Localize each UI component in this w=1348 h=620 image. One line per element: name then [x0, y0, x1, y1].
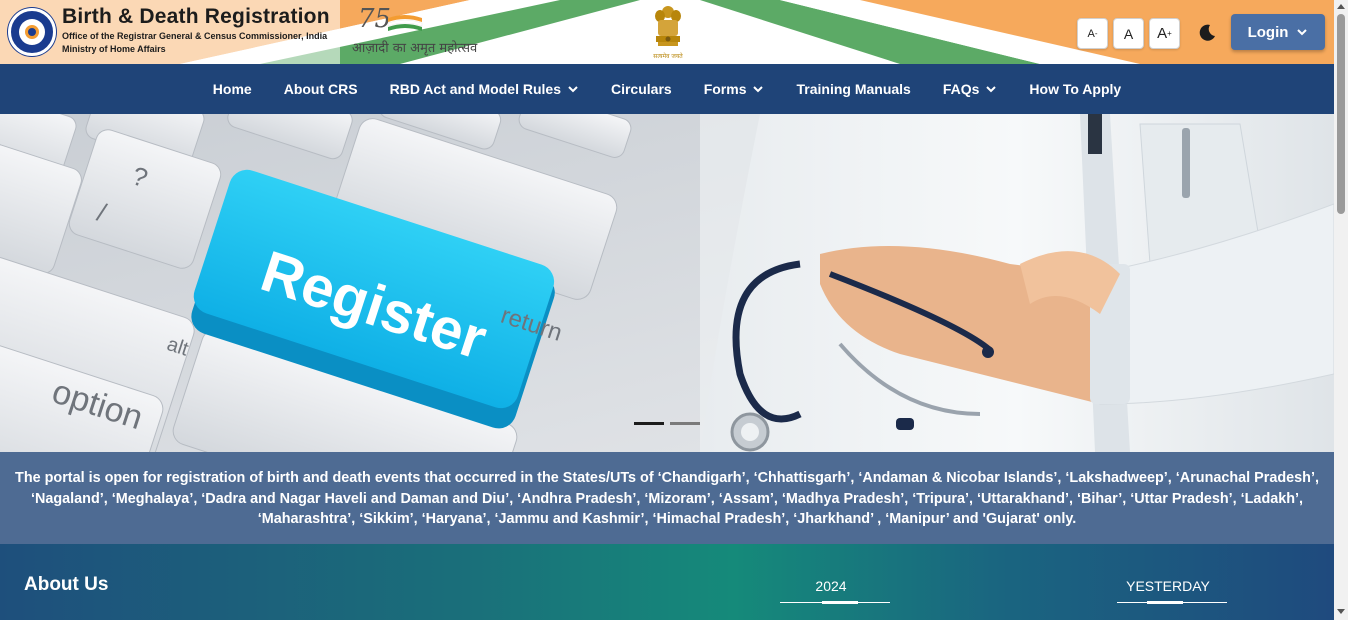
- font-decrease-button[interactable]: A-: [1077, 18, 1108, 49]
- hero-carousel[interactable]: Register return alt option ? /: [0, 114, 1334, 452]
- chevron-down-icon: [568, 86, 578, 93]
- flag-icon: [387, 15, 423, 31]
- font-increase-button[interactable]: A +: [1149, 18, 1180, 49]
- census-logo[interactable]: [8, 8, 56, 56]
- font-increase-label: A: [1157, 25, 1168, 42]
- nav-item-forms[interactable]: Forms: [688, 64, 781, 114]
- nav-item-label: FAQs: [942, 81, 980, 97]
- site-subtitle-office: Office of the Registrar General & Census…: [62, 31, 328, 41]
- login-label: Login: [1247, 23, 1289, 41]
- nav-item-circulars[interactable]: Circulars: [595, 64, 688, 114]
- font-normal-label: A: [1123, 25, 1134, 42]
- state-emblem-icon: सत्यमेव जयते: [650, 4, 686, 60]
- emblem-motto: सत्यमेव जयते: [653, 53, 683, 60]
- scroll-thumb[interactable]: [1337, 14, 1345, 214]
- nav-item-label: RBD Act and Model Rules: [389, 81, 561, 97]
- main-nav: Home About CRS RBD Act and Model Rules Circ…: [0, 64, 1334, 114]
- carousel-indicator-1[interactable]: [634, 422, 664, 425]
- nav-item-about-crs[interactable]: About CRS: [268, 64, 374, 114]
- page-scrollbar[interactable]: [1334, 0, 1348, 620]
- scroll-down-arrow-icon[interactable]: [1337, 609, 1345, 614]
- about-stats-section: About Us 2024 YESTERDAY: [0, 544, 1334, 620]
- nav-item-label: Circulars: [610, 81, 672, 97]
- site-header: Birth & Death Registration Office of the…: [0, 0, 1334, 64]
- site-subtitle-ministry: Ministry of Home Affairs: [62, 44, 166, 54]
- nav-item-home[interactable]: Home: [197, 64, 268, 114]
- chevron-down-icon: [1297, 29, 1308, 36]
- azadi-ka-amrit-mahotsav-logo: 75 आज़ादी का अमृत महोत्सव: [352, 4, 477, 58]
- about-us-heading: About Us: [24, 574, 109, 595]
- nav-item-label: How To Apply: [1029, 81, 1122, 97]
- carousel-indicator-2[interactable]: [670, 422, 700, 425]
- registration-notice: The portal is open for registration of b…: [0, 452, 1334, 544]
- nav-item-label: Training Manuals: [796, 81, 911, 97]
- nav-item-label: Forms: [703, 81, 747, 97]
- site-title: Birth & Death Registration: [62, 5, 330, 28]
- nav-item-rbd-act-and-model-rules[interactable]: RBD Act and Model Rules: [374, 64, 595, 114]
- scroll-up-arrow-icon[interactable]: [1337, 4, 1345, 9]
- nav-item-faqs[interactable]: FAQs: [927, 64, 1014, 114]
- stat-yesterday-label: YESTERDAY: [1126, 578, 1210, 594]
- carousel-indicators: [634, 422, 700, 425]
- hero-image: Register return alt option ? /: [0, 114, 1334, 452]
- nav-item-label: About CRS: [283, 81, 358, 97]
- nav-item-label: Home: [212, 81, 252, 97]
- stat-year-label: 2024: [815, 578, 847, 594]
- chevron-down-icon: [753, 86, 764, 93]
- dark-mode-toggle[interactable]: [1194, 20, 1220, 46]
- font-normal-button[interactable]: A: [1113, 18, 1144, 49]
- nav-item-how-to-apply[interactable]: How To Apply: [1013, 64, 1137, 114]
- login-button[interactable]: Login: [1231, 14, 1325, 50]
- nav-item-training-manuals[interactable]: Training Manuals: [780, 64, 926, 114]
- font-decrease-sup: -: [1094, 29, 1098, 38]
- azadi-text: आज़ादी का अमृत महोत्सव: [352, 41, 478, 56]
- chevron-down-icon: [986, 86, 997, 93]
- font-increase-sup: +: [1167, 29, 1172, 38]
- stat-year-underline: [822, 601, 858, 604]
- stat-yesterday-underline: [1147, 601, 1183, 604]
- font-decrease-label: A: [1087, 27, 1095, 40]
- moon-icon: [1199, 24, 1215, 41]
